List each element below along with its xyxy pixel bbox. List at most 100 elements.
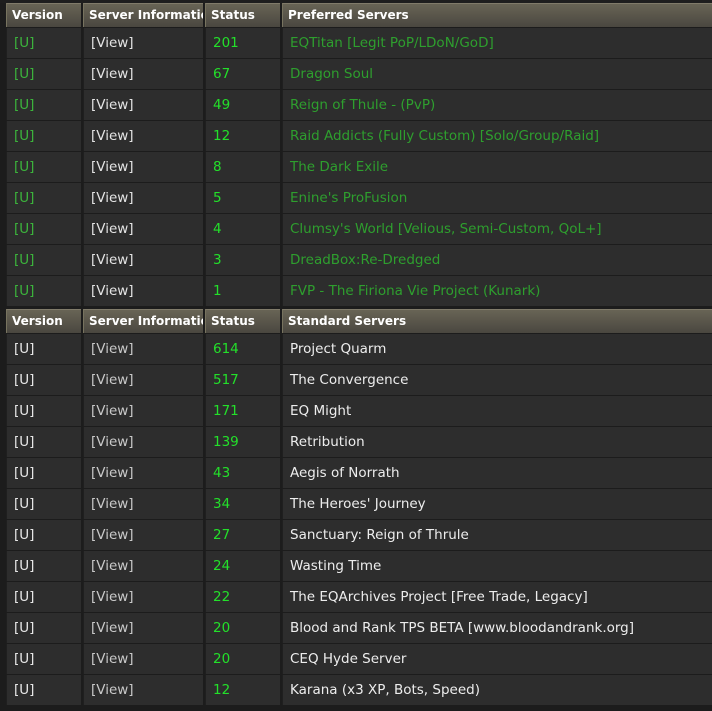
view-info-link[interactable]: [View] — [83, 365, 203, 395]
preferred-header-row: Version Server Information Status Prefer… — [0, 3, 712, 27]
server-name-link[interactable]: Enine's ProFusion — [282, 183, 712, 213]
player-count: 171 — [205, 396, 280, 426]
view-info-link[interactable]: [View] — [83, 214, 203, 244]
server-name-link[interactable]: Project Quarm — [282, 334, 712, 364]
version-link[interactable]: [U] — [6, 59, 81, 89]
server-name-link[interactable]: EQTitan [Legit PoP/LDoN/GoD] — [282, 28, 712, 58]
version-link[interactable]: [U] — [6, 276, 81, 306]
server-name-link[interactable]: Dragon Soul — [282, 59, 712, 89]
server-name-link[interactable]: Raid Addicts (Fully Custom) [Solo/Group/… — [282, 121, 712, 151]
version-link[interactable]: [U] — [6, 551, 81, 581]
player-count: 517 — [205, 365, 280, 395]
version-link[interactable]: [U] — [6, 396, 81, 426]
server-row: [U] [View] 49 Reign of Thule - (PvP) — [0, 90, 712, 120]
view-info-link[interactable]: [View] — [83, 582, 203, 612]
version-link[interactable]: [U] — [6, 613, 81, 643]
player-count: 614 — [205, 334, 280, 364]
version-link[interactable]: [U] — [6, 427, 81, 457]
version-link[interactable]: [U] — [6, 214, 81, 244]
server-row: [U] [View] 43 Aegis of Norrath — [0, 458, 712, 488]
view-info-link[interactable]: [View] — [83, 245, 203, 275]
view-info-link[interactable]: [View] — [83, 183, 203, 213]
view-info-link[interactable]: [View] — [83, 427, 203, 457]
view-info-link[interactable]: [View] — [83, 489, 203, 519]
column-header-version: Version — [6, 309, 81, 333]
player-count: 20 — [205, 613, 280, 643]
server-name-link[interactable]: Aegis of Norrath — [282, 458, 712, 488]
server-name-link[interactable]: DreadBox:Re-Dredged — [282, 245, 712, 275]
view-info-link[interactable]: [View] — [83, 613, 203, 643]
server-row: [U] [View] 201 EQTitan [Legit PoP/LDoN/GoD] — [0, 28, 712, 58]
standard-header-row: Version Server Information Status Standa… — [0, 309, 712, 333]
column-header-version: Version — [6, 3, 81, 27]
version-link[interactable]: [U] — [6, 675, 81, 705]
server-name-link[interactable]: Wasting Time — [282, 551, 712, 581]
version-link[interactable]: [U] — [6, 489, 81, 519]
column-header-status: Status — [205, 309, 280, 333]
server-row: [U] [View] 3 DreadBox:Re-Dredged — [0, 245, 712, 275]
standard-servers-heading: Standard Servers — [282, 309, 712, 333]
player-count: 5 — [205, 183, 280, 213]
view-info-link[interactable]: [View] — [83, 59, 203, 89]
version-link[interactable]: [U] — [6, 90, 81, 120]
view-info-link[interactable]: [View] — [83, 334, 203, 364]
version-link[interactable]: [U] — [6, 152, 81, 182]
view-info-link[interactable]: [View] — [83, 520, 203, 550]
column-header-server-information: Server Information — [83, 3, 203, 27]
preferred-servers-list: [U] [View] 201 EQTitan [Legit PoP/LDoN/GoD]… — [0, 28, 712, 306]
version-link[interactable]: [U] — [6, 520, 81, 550]
server-name-link[interactable]: The EQArchives Project [Free Trade, Lega… — [282, 582, 712, 612]
view-info-link[interactable]: [View] — [83, 121, 203, 151]
player-count: 4 — [205, 214, 280, 244]
server-name-link[interactable]: Reign of Thule - (PvP) — [282, 90, 712, 120]
server-row: [U] [View] 12 Raid Addicts (Fully Custom) [… — [0, 121, 712, 151]
server-name-link[interactable]: The Dark Exile — [282, 152, 712, 182]
view-info-link[interactable]: [View] — [83, 276, 203, 306]
server-name-link[interactable]: Blood and Rank TPS BETA [www.bloodandran… — [282, 613, 712, 643]
server-name-link[interactable]: Clumsy's World [Velious, Semi-Custom, Qo… — [282, 214, 712, 244]
version-link[interactable]: [U] — [6, 644, 81, 674]
player-count: 8 — [205, 152, 280, 182]
server-name-link[interactable]: Sanctuary: Reign of Thrule — [282, 520, 712, 550]
player-count: 12 — [205, 121, 280, 151]
view-info-link[interactable]: [View] — [83, 28, 203, 58]
view-info-link[interactable]: [View] — [83, 396, 203, 426]
server-name-link[interactable]: Retribution — [282, 427, 712, 457]
view-info-link[interactable]: [View] — [83, 675, 203, 705]
version-link[interactable]: [U] — [6, 183, 81, 213]
server-name-link[interactable]: The Heroes' Journey — [282, 489, 712, 519]
version-link[interactable]: [U] — [6, 458, 81, 488]
version-link[interactable]: [U] — [6, 245, 81, 275]
view-info-link[interactable]: [View] — [83, 152, 203, 182]
server-row: [U] [View] 1 FVP - The Firiona Vie Project … — [0, 276, 712, 306]
player-count: 1 — [205, 276, 280, 306]
server-row: [U] [View] 27 Sanctuary: Reign of Thrule — [0, 520, 712, 550]
server-name-link[interactable]: Karana (x3 XP, Bots, Speed) — [282, 675, 712, 705]
view-info-link[interactable]: [View] — [83, 644, 203, 674]
view-info-link[interactable]: [View] — [83, 90, 203, 120]
server-row: [U] [View] 22 The EQArchives Project [Free … — [0, 582, 712, 612]
server-list: Version Server Information Status Prefer… — [0, 3, 712, 711]
server-name-link[interactable]: CEQ Hyde Server — [282, 644, 712, 674]
version-link[interactable]: [U] — [6, 365, 81, 395]
version-link[interactable]: [U] — [6, 28, 81, 58]
standard-servers-list: [U] [View] 614 Project Quarm [U] [View] 517 The… — [0, 334, 712, 705]
server-row: [U] [View] 614 Project Quarm — [0, 334, 712, 364]
column-header-status: Status — [205, 3, 280, 27]
player-count: 49 — [205, 90, 280, 120]
version-link[interactable]: [U] — [6, 121, 81, 151]
server-row: [U] [View] 20 CEQ Hyde Server — [0, 644, 712, 674]
server-name-link[interactable]: EQ Might — [282, 396, 712, 426]
player-count: 24 — [205, 551, 280, 581]
version-link[interactable]: [U] — [6, 334, 81, 364]
server-row: [U] [View] 12 Karana (x3 XP, Bots, Speed) — [0, 675, 712, 705]
version-link[interactable]: [U] — [6, 582, 81, 612]
player-count: 139 — [205, 427, 280, 457]
server-name-link[interactable]: FVP - The Firiona Vie Project (Kunark) — [282, 276, 712, 306]
server-row: [U] [View] 24 Wasting Time — [0, 551, 712, 581]
view-info-link[interactable]: [View] — [83, 458, 203, 488]
preferred-servers-heading: Preferred Servers — [282, 3, 712, 27]
player-count: 43 — [205, 458, 280, 488]
server-name-link[interactable]: The Convergence — [282, 365, 712, 395]
view-info-link[interactable]: [View] — [83, 551, 203, 581]
